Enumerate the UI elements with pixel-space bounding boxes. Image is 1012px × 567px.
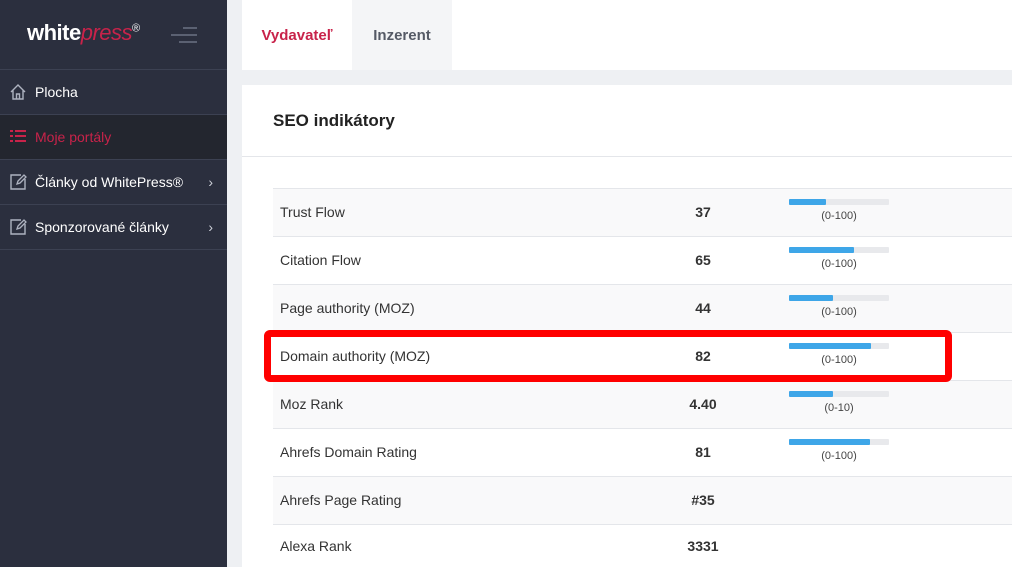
progress-bar — [789, 391, 889, 397]
table-row: Alexa Rank 3331 — [273, 524, 1012, 566]
sidebar-item-label: Články od WhitePress® — [35, 174, 184, 190]
progress-bar — [789, 295, 889, 301]
metric-value: 37 — [695, 204, 711, 220]
list-icon — [9, 128, 27, 146]
metric-range: (0-10) — [824, 402, 854, 414]
home-icon — [9, 83, 27, 101]
metric-name: Ahrefs Page Rating — [280, 492, 402, 508]
table-row: Ahrefs Page Rating #35 — [273, 476, 1012, 524]
metric-name: Ahrefs Domain Rating — [280, 444, 417, 460]
progress-bar — [789, 247, 889, 253]
table-row: Moz Rank 4.40 (0-10) — [273, 380, 1012, 428]
metric-value: 3331 — [687, 538, 719, 554]
metric-range: (0-100) — [821, 450, 857, 462]
metric-name: Alexa Rank — [280, 538, 352, 554]
sidebar-item-label: Plocha — [35, 84, 78, 100]
metric-value: 4.40 — [689, 396, 717, 412]
edit-icon — [9, 218, 27, 236]
logo-bar: whitepress® — [0, 0, 227, 70]
metric-range: (0-100) — [821, 306, 857, 318]
sidebar-item-sponzorovane-clanky[interactable]: Sponzorované články › — [0, 205, 227, 250]
chevron-right-icon: › — [208, 219, 213, 235]
metric-name: Moz Rank — [280, 396, 344, 412]
metric-value: 44 — [695, 300, 711, 316]
menu-toggle-icon[interactable] — [171, 27, 197, 43]
highlight-box — [264, 330, 952, 382]
metric-value: 65 — [695, 252, 711, 268]
edit-icon — [9, 173, 27, 191]
sidebar-item-plocha[interactable]: Plocha — [0, 70, 227, 115]
sidebar-item-moje-portaly[interactable]: Moje portály — [0, 115, 227, 160]
sidebar-item-label: Sponzorované články — [35, 219, 169, 235]
metric-value: #35 — [691, 492, 715, 508]
metric-name: Page authority (MOZ) — [280, 300, 415, 316]
top-tabs-bar: Vydavateľ Inzerent — [242, 0, 1012, 70]
panel-title: SEO indikátory — [273, 111, 395, 130]
divider — [242, 156, 1012, 157]
table-row: Page authority (MOZ) 44 (0-100) — [273, 284, 1012, 332]
chevron-right-icon: › — [208, 174, 213, 190]
metric-name: Trust Flow — [280, 204, 345, 220]
whitepress-logo[interactable]: whitepress® — [27, 20, 140, 46]
sidebar-item-label: Moje portály — [35, 129, 112, 145]
metric-name: Citation Flow — [280, 252, 361, 268]
tab-inzerent[interactable]: Inzerent — [352, 0, 452, 70]
progress-bar — [789, 199, 889, 205]
sidebar: whitepress® Plocha Moje portály Články o… — [0, 0, 227, 567]
tab-vydavatel[interactable]: Vydavateľ — [242, 0, 352, 70]
metric-value: 81 — [695, 444, 711, 460]
table-row: Trust Flow 37 (0-100) — [273, 188, 1012, 236]
sidebar-item-clanky-whitepress[interactable]: Články od WhitePress® › — [0, 160, 227, 205]
table-row: Citation Flow 65 (0-100) — [273, 236, 1012, 284]
progress-bar — [789, 439, 889, 445]
seo-panel: SEO indikátory Trust Flow 37 (0-100) Cit… — [242, 85, 1012, 567]
metric-range: (0-100) — [821, 210, 857, 222]
metric-range: (0-100) — [821, 258, 857, 270]
table-row: Ahrefs Domain Rating 81 (0-100) — [273, 428, 1012, 476]
